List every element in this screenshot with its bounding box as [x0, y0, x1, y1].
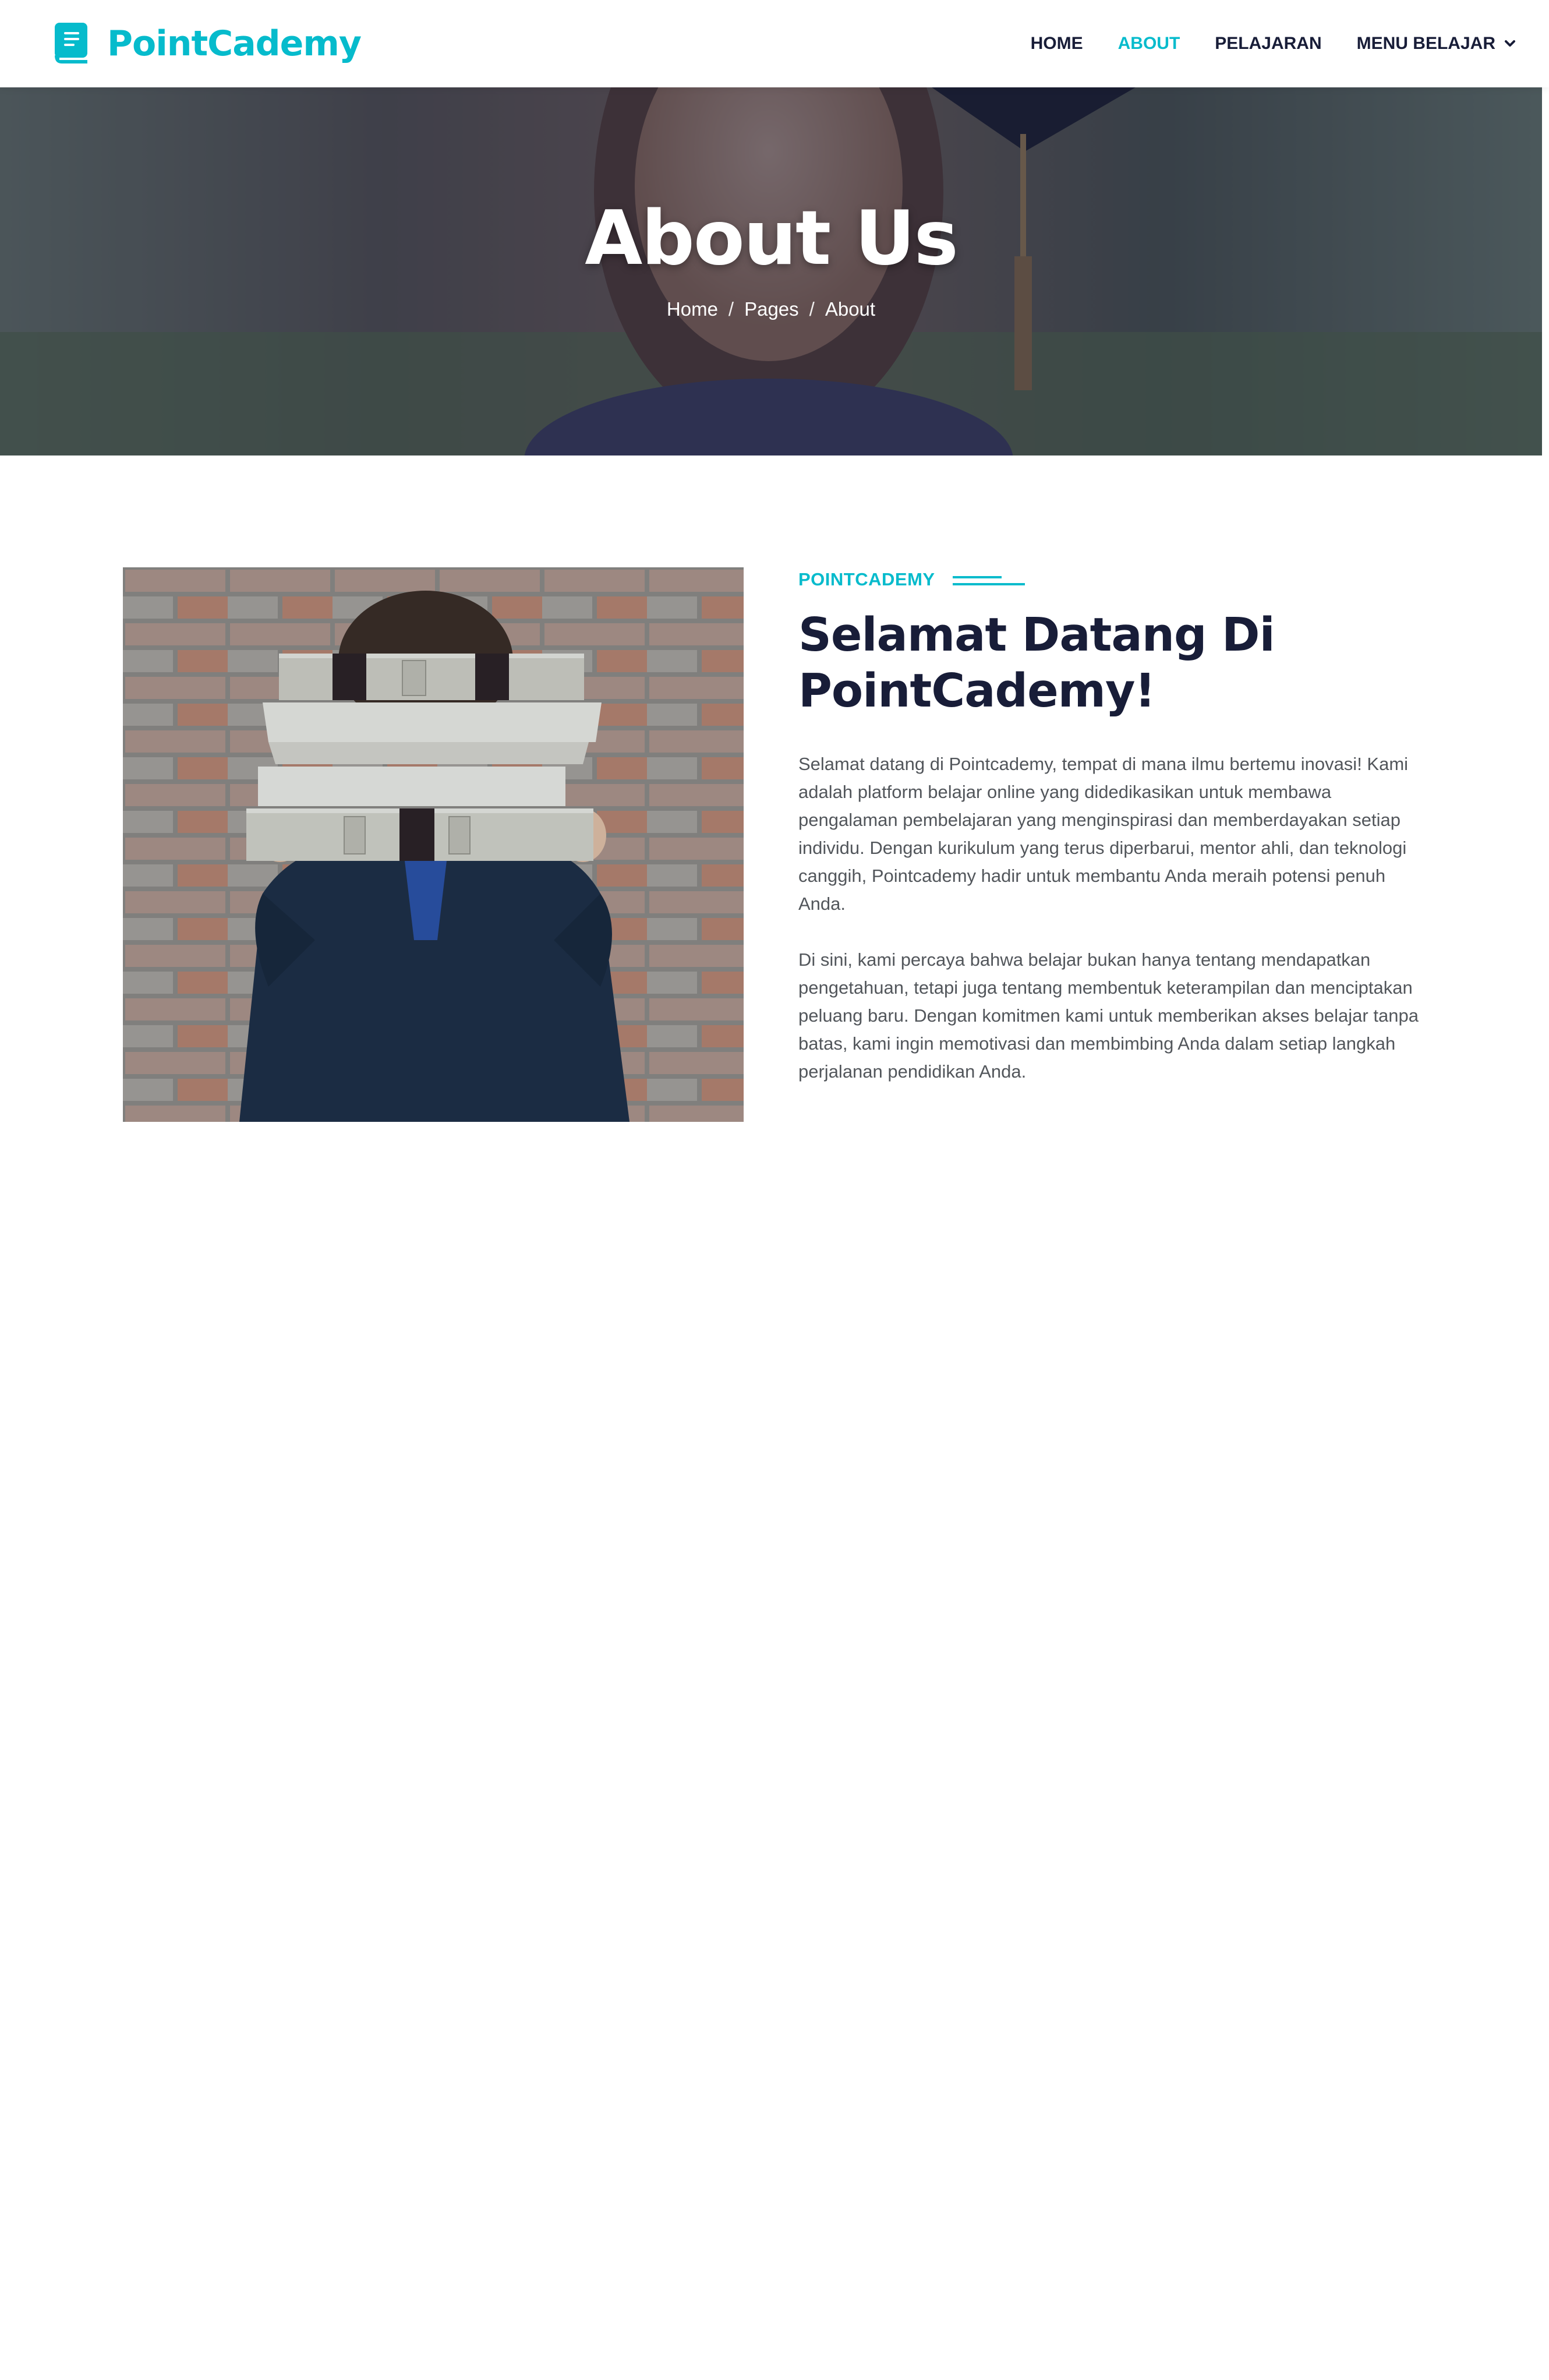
breadcrumb-current: About	[825, 298, 876, 320]
about-content: POINTCADEMY Selamat Datang Di PointCadem…	[798, 567, 1421, 1086]
navbar: PointCademy HOME ABOUT PELAJARAN MENU BE…	[0, 0, 1549, 87]
about-paragraph-2: Di sini, kami percaya bahwa belajar buka…	[798, 949, 1419, 1082]
page-header-hero: About Us Home / Pages / About	[0, 87, 1542, 455]
brand-name: PointCademy	[107, 23, 362, 64]
breadcrumb-separator: /	[728, 298, 734, 320]
chevron-down-icon	[1505, 40, 1515, 47]
about-paragraph-1: Selamat datang di Pointcademy, tempat di…	[798, 754, 1409, 914]
eyebrow-decoration	[952, 573, 1025, 587]
breadcrumb: Home / Pages / About	[0, 298, 1542, 320]
about-image	[123, 567, 744, 1122]
eyebrow-label: POINTCADEMY	[798, 569, 935, 589]
nav-item-menu-belajar-label: MENU BELAJAR	[1356, 34, 1495, 53]
nav-item-menu-belajar[interactable]: MENU BELAJAR	[1357, 34, 1516, 54]
about-heading-line1: Selamat Datang Di	[798, 608, 1275, 662]
nav-item-about[interactable]: ABOUT	[1118, 34, 1180, 54]
main-nav: HOME ABOUT PELAJARAN MENU BELAJAR	[996, 0, 1516, 87]
section-eyebrow: POINTCADEMY	[798, 567, 1421, 592]
breadcrumb-separator: /	[809, 298, 815, 320]
student-with-books-photo	[123, 567, 744, 1122]
breadcrumb-pages[interactable]: Pages	[744, 298, 799, 320]
breadcrumb-home[interactable]: Home	[667, 298, 718, 320]
brand-logo[interactable]: PointCademy	[54, 20, 362, 68]
nav-item-home[interactable]: HOME	[1031, 34, 1083, 54]
book-icon	[55, 23, 87, 63]
page-title: About Us	[585, 195, 959, 282]
about-heading-line2: PointCademy!	[798, 664, 1156, 718]
about-heading: Selamat Datang Di PointCademy!	[798, 607, 1421, 719]
nav-item-pelajaran[interactable]: PELAJARAN	[1215, 34, 1321, 54]
